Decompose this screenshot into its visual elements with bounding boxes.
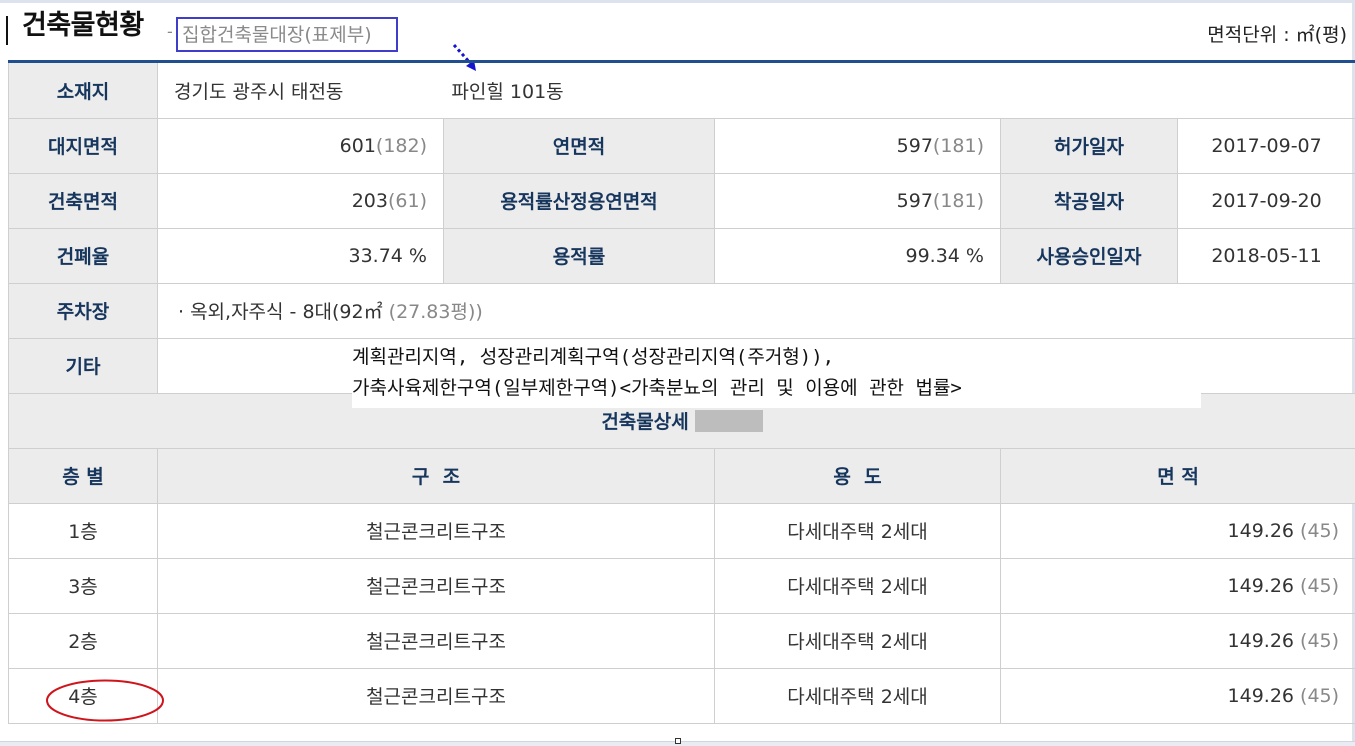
use-cell: 다세대주택 2세대 [714,667,1001,724]
permit-date-label: 허가일자 [1000,117,1178,174]
area-pyeong: (45) [1300,684,1340,707]
area-value: 149.26 [1227,629,1294,652]
area-cell: 149.26 (45) [999,667,1355,724]
total-floor-area-cell: 597(181) [714,117,1001,174]
resize-handle[interactable] [675,738,681,744]
area-cell: 149.26 (45) [999,502,1355,559]
start-date-value: 2017-09-20 [1176,172,1355,229]
floor-cell: 1층 [8,502,158,559]
area-cell: 149.26 (45) [999,557,1355,614]
area-value: 149.26 [1227,519,1294,542]
area-pyeong: (45) [1300,574,1340,597]
use-cell: 다세대주택 2세대 [714,502,1001,559]
title-marker [0,10,8,46]
structure-cell: 철근콘크리트구조 [157,502,715,559]
annotation-ellipse-icon [46,679,164,722]
total-floor-area-pyeong: (181) [932,134,984,157]
page-subtitle: 집합건축물대장(표제부) [182,24,372,46]
area-unit-label: 면적단위 : ㎡(평) [1207,24,1347,46]
table-row: 대지면적 601(182) 연면적 597(181) 허가일자 2017-09-… [8,117,1355,174]
location-label: 소재지 [8,63,158,119]
land-area-pyeong: (182) [375,134,427,157]
parking-cell: · 옥외,자주식 - 8대(92㎡ (27.83평)) [156,282,1355,339]
title-dash: - [167,22,173,41]
parking-pyeong: (27.83평)) [388,301,483,323]
area-cell: 149.26 (45) [999,612,1355,669]
table-row: 소재지 경기도 광주시 태전동 파인힐 101동 [8,63,1355,119]
building-area-pyeong: (61) [387,189,427,212]
far-floor-area-cell: 597(181) [714,172,1001,229]
area-value: 149.26 [1227,684,1294,707]
land-area-value: 601 [339,134,376,157]
far-floor-area-label: 용적률산정용연면적 [443,172,715,229]
etc-label: 기타 [8,337,158,394]
area-value: 149.26 [1227,574,1294,597]
detail-section-title: 건축물상세 [601,411,689,433]
total-floor-area-label: 연면적 [443,117,715,174]
building-name: 파인힐 101동 [451,80,564,103]
building-area-cell: 203(61) [157,172,444,229]
coverage-value: 33.74 % [157,227,444,284]
structure-cell: 철근콘크리트구조 [157,667,715,724]
start-date-label: 착공일자 [1000,172,1178,229]
area-pyeong: (45) [1300,519,1340,542]
approval-date-label: 사용승인일자 [1000,227,1178,284]
window-frame-top [0,0,1355,3]
table-row: 1층 철근콘크리트구조 다세대주택 2세대 149.26 (45) [8,502,1355,559]
page-title: 건축물현황 [22,10,144,41]
col-header-area: 면 적 [999,447,1355,504]
far-label: 용적률 [443,227,715,284]
floor-cell: 3층 [8,557,158,614]
far-floor-area-value: 597 [896,189,933,212]
col-header-structure: 구 조 [157,447,715,504]
building-area-label: 건축면적 [8,172,158,229]
use-cell: 다세대주택 2세대 [714,557,1001,614]
table-row: 주차장 · 옥외,자주식 - 8대(92㎡ (27.83평)) [8,282,1355,339]
approval-date-value: 2018-05-11 [1176,227,1355,284]
redacted-block [694,410,763,432]
coverage-label: 건폐율 [8,227,158,284]
structure-cell: 철근콘크리트구조 [157,612,715,669]
floor-cell: 2층 [8,612,158,669]
col-header-floor: 층 별 [8,447,158,504]
far-value: 99.34 % [714,227,1001,284]
parking-value: · 옥외,자주식 - 8대(92㎡ [178,301,383,323]
col-header-use: 용 도 [714,447,1001,504]
table-row: 건축면적 203(61) 용적률산정용연면적 597(181) 착공일자 201… [8,172,1355,229]
location-cell: 경기도 광주시 태전동 파인힐 101동 [156,63,1355,119]
area-pyeong: (45) [1300,629,1340,652]
total-floor-area-value: 597 [896,134,933,157]
far-floor-area-pyeong: (181) [932,189,984,212]
land-area-label: 대지면적 [8,117,158,174]
table-row: 건폐율 33.74 % 용적률 99.34 % 사용승인일자 2018-05-1… [8,227,1355,284]
table-row: 4층 철근콘크리트구조 다세대주택 2세대 149.26 (45) [8,667,1355,724]
table-row: 2층 철근콘크리트구조 다세대주택 2세대 149.26 (45) [8,612,1355,669]
etc-note-line-1: 계획관리지역, 성장관리계획구역(성장관리지역(주거형)), [352,346,835,368]
parking-label: 주차장 [8,282,158,339]
detail-header-row: 층 별 구 조 용 도 면 적 [8,447,1355,504]
structure-cell: 철근콘크리트구조 [157,557,715,614]
permit-date-value: 2017-09-07 [1176,117,1355,174]
building-area-value: 203 [351,189,388,212]
etc-note-line-2: 가축사육제한구역(일부제한구역)<가축분뇨의 관리 및 이용에 관한 법률> [352,377,962,399]
etc-note-overlay: 계획관리지역, 성장관리계획구역(성장관리지역(주거형)), 가축사육제한구역(… [352,342,1201,408]
land-area-cell: 601(182) [157,117,444,174]
table-row: 3층 철근콘크리트구조 다세대주택 2세대 149.26 (45) [8,557,1355,614]
location-value: 경기도 광주시 태전동 [174,80,344,103]
use-cell: 다세대주택 2세대 [714,612,1001,669]
